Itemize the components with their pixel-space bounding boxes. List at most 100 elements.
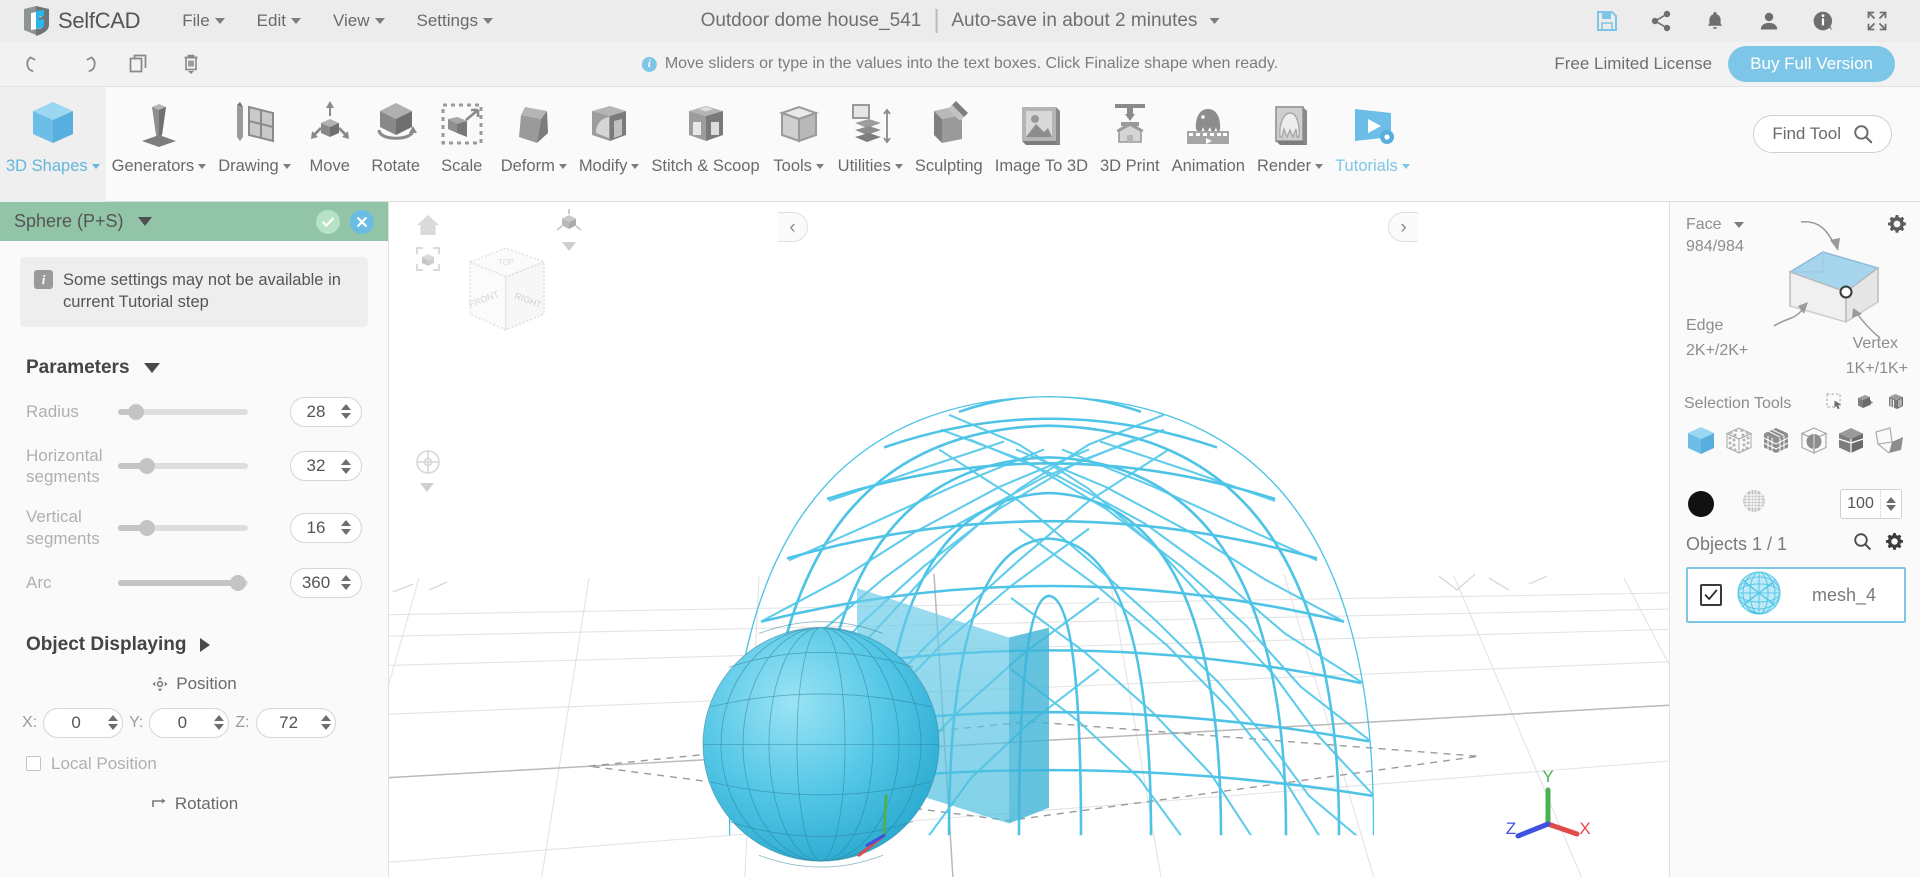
menu-edit[interactable]: Edit — [241, 7, 317, 35]
arrow-up-icon[interactable] — [214, 715, 225, 722]
radius-slider[interactable] — [118, 402, 248, 422]
objects-settings-gear-icon[interactable] — [1885, 532, 1904, 556]
face-group-select-icon[interactable] — [1834, 424, 1868, 463]
chevron-down-icon[interactable] — [1209, 18, 1220, 24]
opacity-spinner-arrows[interactable] — [1880, 489, 1901, 518]
menu-settings[interactable]: Settings — [401, 7, 509, 35]
save-icon[interactable] — [1594, 8, 1620, 34]
local-position-checkbox[interactable] — [26, 756, 41, 772]
chevron-down-icon[interactable] — [137, 217, 152, 226]
rectangle-select-icon[interactable] — [1825, 392, 1844, 416]
color-swatch-black[interactable] — [1688, 490, 1714, 517]
slider-knob[interactable] — [138, 458, 155, 475]
info-icon[interactable] — [1810, 8, 1836, 34]
ribbon-item-scale[interactable]: Scale — [429, 87, 495, 202]
find-tool-search[interactable]: Find Tool — [1753, 115, 1892, 153]
ribbon-item-move[interactable]: Move — [297, 87, 363, 202]
radius-input[interactable] — [291, 401, 341, 422]
position-x-input[interactable] — [44, 712, 109, 733]
object-displaying-section-header[interactable]: Object Displaying — [26, 634, 388, 656]
ribbon-item-rotate[interactable]: Rotate — [363, 87, 429, 202]
spinner-arrows[interactable] — [108, 715, 122, 731]
spinner-arrows[interactable] — [341, 458, 355, 474]
confirm-button[interactable] — [316, 209, 340, 234]
spinner-arrows[interactable] — [341, 520, 355, 536]
polygon-select-icon[interactable] — [1872, 424, 1906, 463]
arrow-down-icon[interactable] — [214, 724, 225, 731]
face-select-icon[interactable] — [1759, 424, 1793, 463]
slider-knob[interactable] — [128, 403, 145, 420]
ribbon-item-modify[interactable]: Modify — [573, 87, 646, 202]
spinner-arrows[interactable] — [320, 715, 335, 731]
arrow-down-icon[interactable] — [1886, 504, 1896, 511]
arrow-down-icon[interactable] — [108, 724, 119, 731]
user-icon[interactable] — [1756, 8, 1782, 34]
arc-spinner[interactable] — [290, 567, 362, 598]
arrow-up-icon[interactable] — [341, 575, 351, 582]
horizontal-segments-input[interactable] — [291, 456, 341, 477]
slider-knob[interactable] — [138, 519, 155, 536]
arrow-down-icon[interactable] — [320, 724, 331, 731]
brand[interactable]: SelfCAD — [0, 5, 141, 37]
position-y-input[interactable] — [150, 712, 215, 733]
ribbon-item-image-to-3d[interactable]: Image To 3D — [989, 87, 1094, 202]
object-list-item-mesh-4[interactable]: mesh_4 — [1686, 567, 1906, 623]
ribbon-item-render[interactable]: Render — [1251, 87, 1329, 202]
cancel-button[interactable] — [350, 209, 374, 234]
arrow-up-icon[interactable] — [341, 404, 351, 411]
arrow-up-icon[interactable] — [1886, 496, 1896, 503]
ribbon-item-animation[interactable]: Animation — [1166, 87, 1251, 202]
object-visibility-checkbox[interactable] — [1700, 584, 1722, 606]
spinner-arrows[interactable] — [214, 715, 228, 731]
ribbon-item-3d-shapes[interactable]: 3D Shapes — [0, 87, 106, 202]
view-cube[interactable]: TOP FRONT RIGHT — [444, 230, 564, 355]
orbit-dropdown-caret[interactable] — [420, 480, 434, 498]
delete-icon[interactable] — [178, 51, 204, 77]
perspective-dropdown-caret[interactable] — [562, 239, 576, 257]
ribbon-item-3d-print[interactable]: 3D Print — [1094, 87, 1166, 202]
copy-icon[interactable] — [126, 51, 152, 77]
3d-viewport[interactable]: TOP FRONT RIGHT Y X Z ‹ › — [389, 202, 1669, 877]
arrow-up-icon[interactable] — [341, 520, 351, 527]
arrow-down-icon[interactable] — [341, 529, 351, 536]
parameters-section-header[interactable]: Parameters — [26, 357, 388, 379]
arrow-up-icon[interactable] — [341, 458, 351, 465]
collapse-left-panel-button[interactable]: ‹ — [778, 212, 808, 242]
select-through-icon[interactable] — [1856, 392, 1875, 416]
bell-icon[interactable] — [1702, 8, 1728, 34]
sphere-in-cube-icon[interactable] — [1797, 424, 1831, 463]
object-select-icon[interactable] — [1684, 424, 1718, 463]
arrow-down-icon[interactable] — [341, 413, 351, 420]
vertical-segments-spinner[interactable] — [290, 512, 362, 543]
vertical-segments-input[interactable] — [291, 517, 341, 538]
ribbon-item-deform[interactable]: Deform — [495, 87, 573, 202]
horizontal-segments-slider[interactable] — [118, 456, 248, 476]
local-position-row[interactable]: Local Position — [0, 754, 388, 774]
undo-icon[interactable] — [22, 51, 48, 77]
arc-input[interactable] — [291, 572, 341, 593]
horizontal-segments-spinner[interactable] — [290, 451, 362, 482]
menu-view[interactable]: View — [317, 7, 401, 35]
ribbon-item-stitch-scoop[interactable]: Stitch & Scoop — [645, 87, 765, 202]
vertical-segments-slider[interactable] — [118, 518, 248, 538]
ribbon-item-tutorials[interactable]: Tutorials — [1329, 87, 1416, 202]
ribbon-item-sculpting[interactable]: Sculpting — [909, 87, 989, 202]
slider-knob[interactable] — [229, 574, 246, 591]
position-z-spinner[interactable] — [255, 707, 336, 738]
arc-slider[interactable] — [118, 573, 248, 593]
vertex-select-icon[interactable] — [1722, 424, 1756, 463]
buy-full-version-button[interactable]: Buy Full Version — [1728, 46, 1895, 82]
fit-to-view-button[interactable] — [415, 246, 441, 277]
position-y-spinner[interactable] — [149, 707, 230, 738]
position-z-input[interactable] — [256, 712, 321, 733]
orbit-target-button[interactable] — [413, 447, 443, 482]
menu-file[interactable]: File — [166, 7, 240, 35]
objects-search-icon[interactable] — [1853, 532, 1872, 556]
select-range-icon[interactable] — [1887, 392, 1906, 416]
position-x-spinner[interactable] — [43, 707, 124, 738]
fullscreen-icon[interactable] — [1864, 8, 1890, 34]
ribbon-item-tools[interactable]: Tools — [766, 87, 832, 202]
ribbon-item-drawing[interactable]: Drawing — [212, 87, 297, 202]
arrow-down-icon[interactable] — [341, 584, 351, 591]
texture-sphere-icon[interactable] — [1740, 487, 1768, 520]
